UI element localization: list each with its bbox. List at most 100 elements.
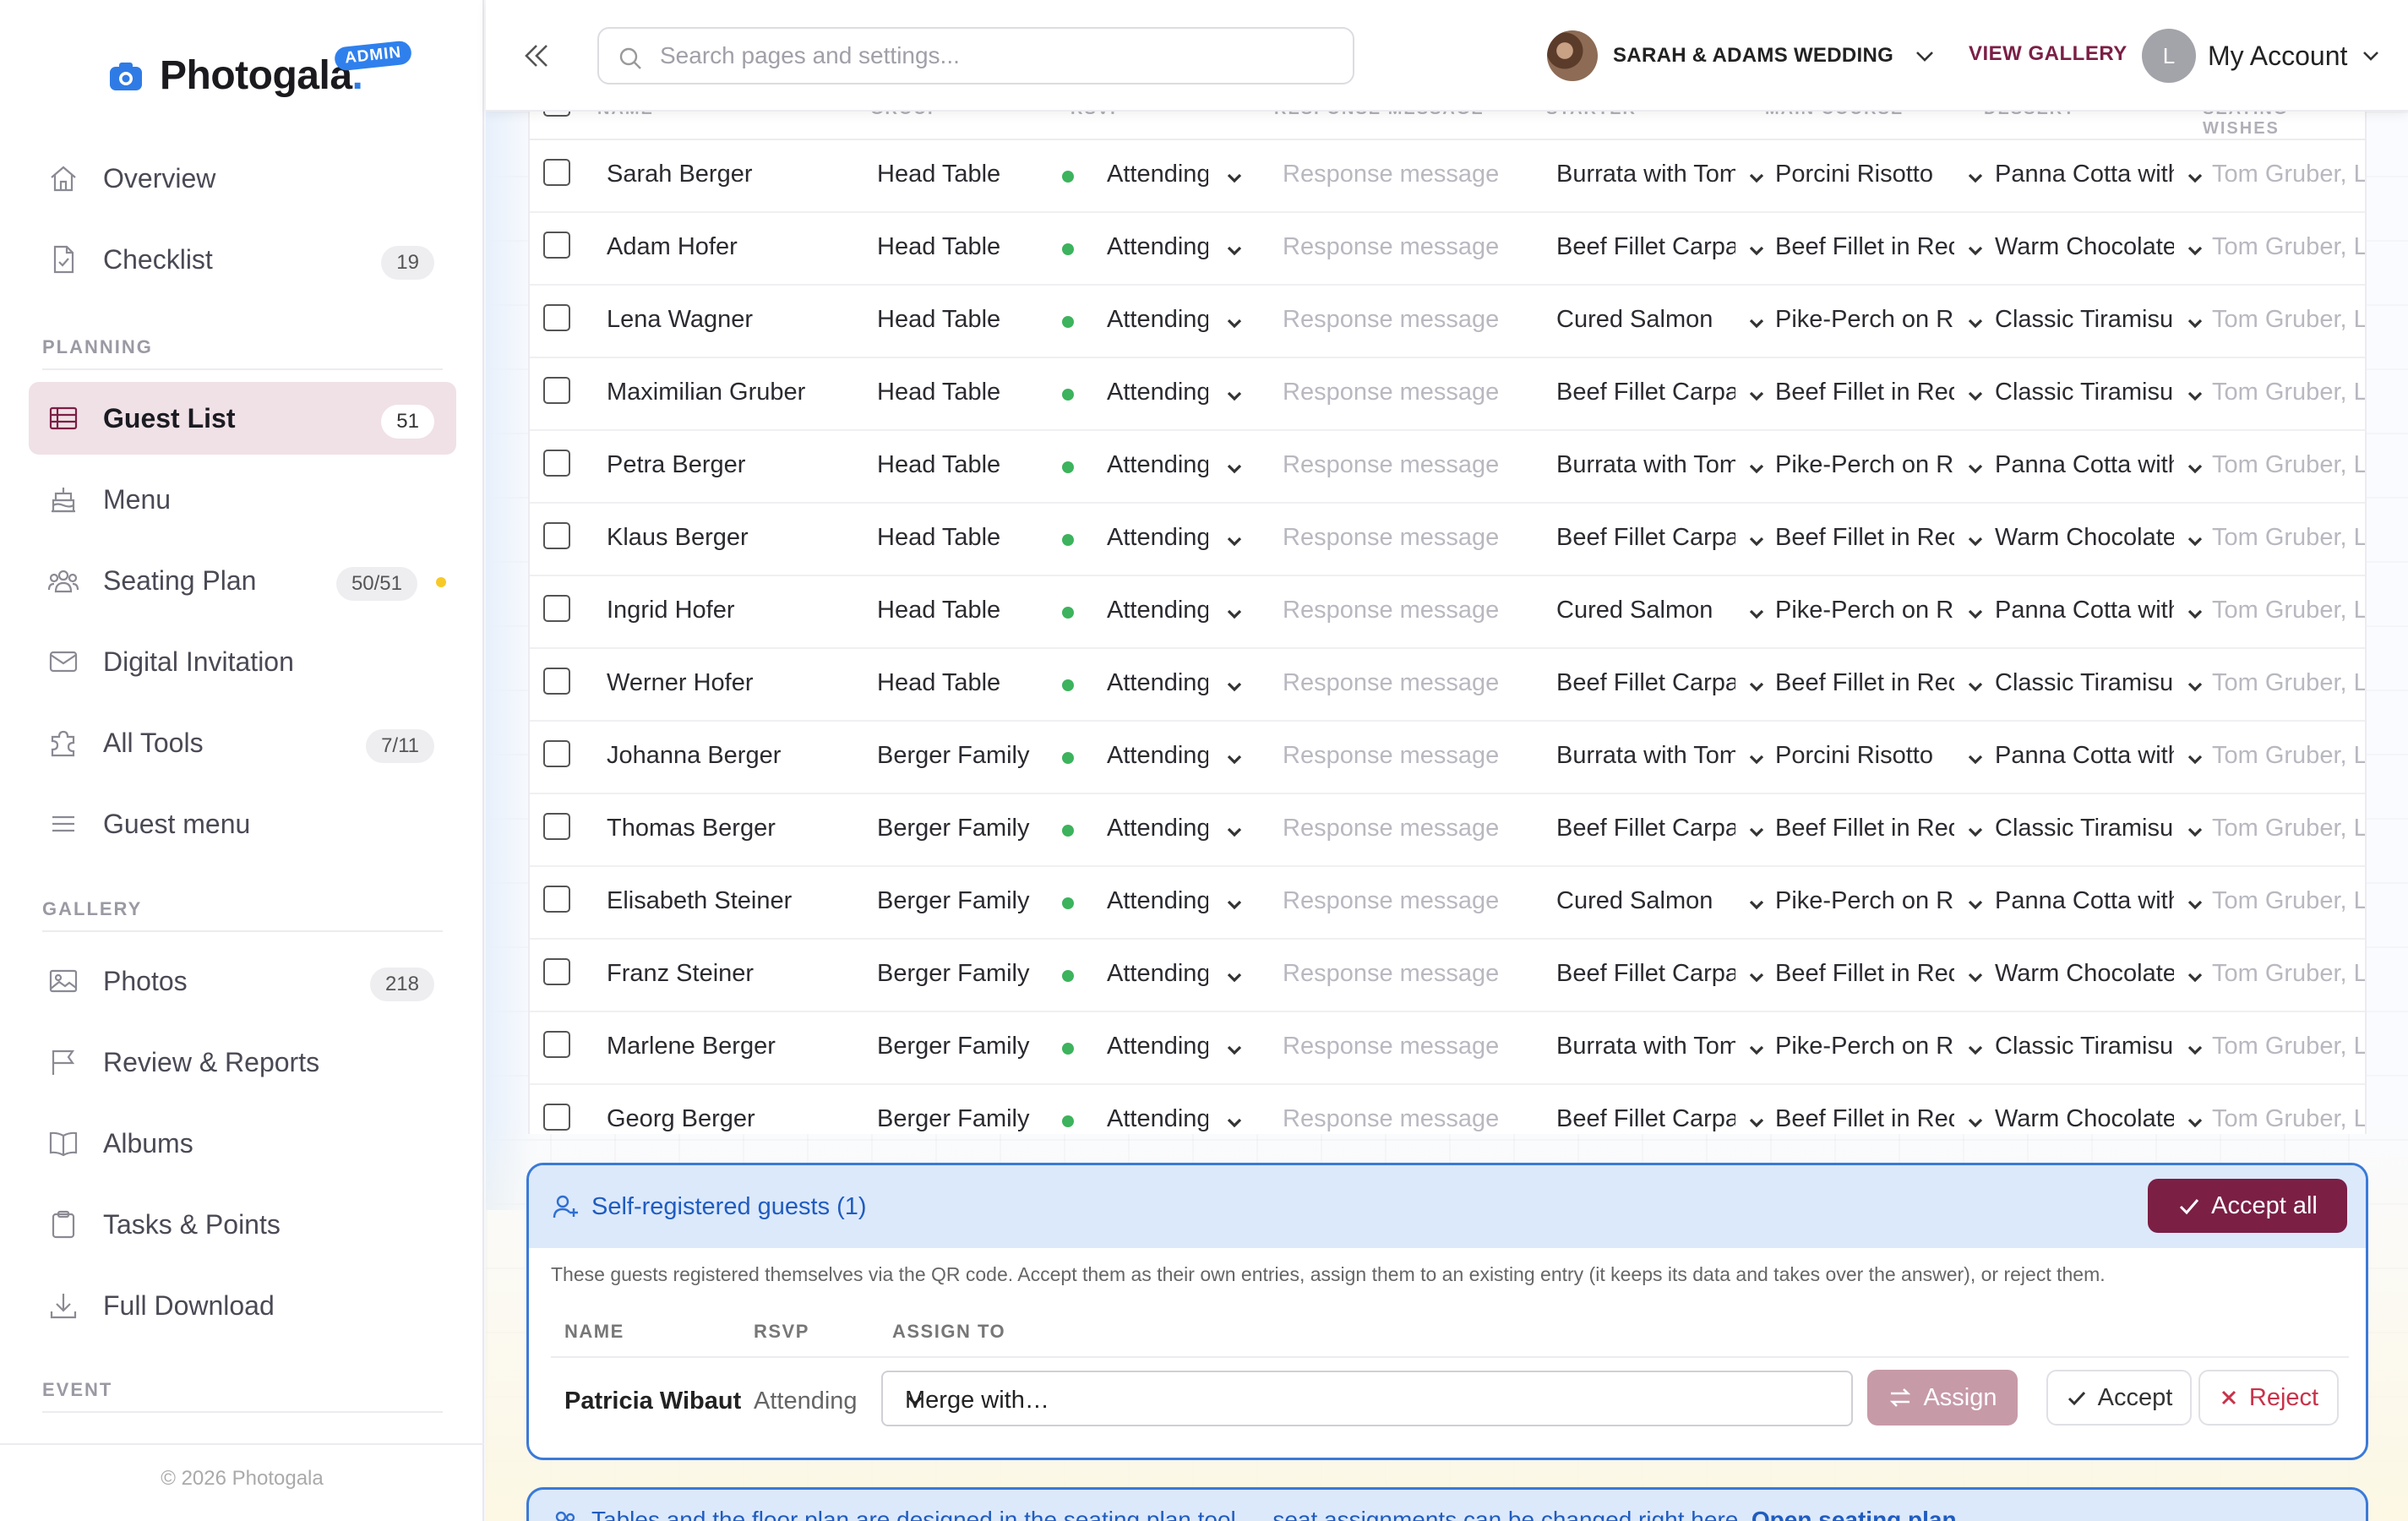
response-message-input[interactable]: Response message	[1283, 1105, 1528, 1133]
starter-select[interactable]: Burrata with Tomato	[1556, 161, 1735, 188]
starter-select[interactable]: Burrata with Tomato	[1556, 451, 1735, 479]
chevron-down-icon[interactable]	[2186, 968, 2204, 986]
seating-wishes[interactable]: Tom Gruber, Lisa	[2212, 161, 2365, 188]
guest-name[interactable]: Franz Steiner	[607, 960, 860, 988]
chevron-down-icon[interactable]	[1747, 1040, 1766, 1059]
main-course-select[interactable]: Pike-Perch on Risotto	[1775, 887, 1954, 915]
dessert-select[interactable]: Warm Chocolate Cake	[1995, 960, 2174, 988]
guest-name[interactable]: Petra Berger	[607, 451, 860, 479]
search-box[interactable]	[597, 27, 1354, 84]
guest-group[interactable]: Head Table	[877, 379, 1054, 406]
row-checkbox[interactable]	[543, 377, 570, 404]
chevron-down-icon[interactable]	[1225, 459, 1244, 477]
dessert-select[interactable]: Classic Tiramisu	[1995, 379, 2174, 406]
row-checkbox[interactable]	[543, 740, 570, 767]
chevron-down-icon[interactable]	[1225, 750, 1244, 768]
chevron-down-icon[interactable]	[1966, 677, 1985, 695]
chevron-down-icon[interactable]	[2186, 1113, 2204, 1131]
chevron-down-icon[interactable]	[1747, 1113, 1766, 1131]
guest-name[interactable]: Lena Wagner	[607, 306, 860, 334]
sidebar-item-full-download[interactable]: Full Download	[29, 1269, 456, 1342]
chevron-down-icon[interactable]	[1747, 895, 1766, 913]
chevron-down-icon[interactable]	[1966, 1113, 1985, 1131]
starter-select[interactable]: Cured Salmon	[1556, 887, 1735, 915]
chevron-down-icon[interactable]	[1747, 822, 1766, 841]
dessert-select[interactable]: Classic Tiramisu	[1995, 306, 2174, 334]
guest-group[interactable]: Berger Family	[877, 1105, 1054, 1133]
guest-name[interactable]: Adam Hofer	[607, 233, 860, 261]
main-course-select[interactable]: Beef Fillet in Red Wine	[1775, 960, 1954, 988]
chevron-down-icon[interactable]	[1225, 822, 1244, 841]
seating-wishes[interactable]: Tom Gruber, Lisa	[2212, 960, 2365, 988]
rsvp-select[interactable]: Attending	[1107, 233, 1208, 261]
guest-group[interactable]: Berger Family	[877, 815, 1054, 842]
starter-select[interactable]: Beef Fillet Carpaccio	[1556, 379, 1735, 406]
response-message-input[interactable]: Response message	[1283, 451, 1528, 479]
chevron-down-icon[interactable]	[1966, 313, 1985, 332]
starter-select[interactable]: Beef Fillet Carpaccio	[1556, 960, 1735, 988]
sidebar-item-review-reports[interactable]: Review & Reports	[29, 1026, 456, 1098]
guest-group[interactable]: Head Table	[877, 306, 1054, 334]
chevron-down-icon[interactable]	[1225, 895, 1244, 913]
row-checkbox[interactable]	[543, 522, 570, 549]
seating-wishes[interactable]: Tom Gruber, Lisa	[2212, 887, 2365, 915]
guest-group[interactable]: Head Table	[877, 669, 1054, 697]
seating-wishes[interactable]: Tom Gruber, Lisa	[2212, 669, 2365, 697]
seating-wishes[interactable]: Tom Gruber, Lisa	[2212, 379, 2365, 406]
response-message-input[interactable]: Response message	[1283, 815, 1528, 842]
chevron-down-icon[interactable]	[1747, 750, 1766, 768]
dessert-select[interactable]: Warm Chocolate Cake	[1995, 524, 2174, 552]
guest-name[interactable]: Georg Berger	[607, 1105, 860, 1133]
guest-group[interactable]: Head Table	[877, 161, 1054, 188]
chevron-down-icon[interactable]	[2186, 750, 2204, 768]
seating-wishes[interactable]: Tom Gruber, Lisa	[2212, 1105, 2365, 1133]
sidebar-item-tasks-points[interactable]: Tasks & Points	[29, 1188, 456, 1261]
starter-select[interactable]: Cured Salmon	[1556, 306, 1735, 334]
chevron-down-icon[interactable]	[1966, 895, 1985, 913]
starter-select[interactable]: Beef Fillet Carpaccio	[1556, 233, 1735, 261]
starter-select[interactable]: Beef Fillet Carpaccio	[1556, 524, 1735, 552]
main-course-select[interactable]: Beef Fillet in Red Wine	[1775, 379, 1954, 406]
response-message-input[interactable]: Response message	[1283, 379, 1528, 406]
chevron-down-icon[interactable]	[1747, 241, 1766, 259]
chevron-down-icon[interactable]	[1225, 241, 1244, 259]
chevron-down-icon[interactable]	[2186, 895, 2204, 913]
guest-name[interactable]: Johanna Berger	[607, 742, 860, 770]
chevron-down-icon[interactable]	[1747, 677, 1766, 695]
chevron-down-icon[interactable]	[2186, 459, 2204, 477]
chevron-down-icon[interactable]	[1747, 604, 1766, 623]
chevron-down-icon[interactable]	[1225, 677, 1244, 695]
chevron-down-icon[interactable]	[1225, 313, 1244, 332]
starter-select[interactable]: Beef Fillet Carpaccio	[1556, 669, 1735, 697]
chevron-down-icon[interactable]	[1225, 604, 1244, 623]
event-selector[interactable]: SARAH & ADAMS WEDDING	[1547, 29, 1937, 83]
rsvp-select[interactable]: Attending	[1107, 161, 1208, 188]
guest-group[interactable]: Head Table	[877, 597, 1054, 624]
chevron-down-icon[interactable]	[1966, 750, 1985, 768]
guest-group[interactable]: Berger Family	[877, 742, 1054, 770]
row-checkbox[interactable]	[543, 304, 570, 331]
chevron-down-icon[interactable]	[2186, 386, 2204, 405]
rsvp-select[interactable]: Attending	[1107, 742, 1208, 770]
rsvp-select[interactable]: Attending	[1107, 451, 1208, 479]
chevron-down-icon[interactable]	[1966, 1040, 1985, 1059]
search-input[interactable]	[660, 29, 1336, 83]
dessert-select[interactable]: Warm Chocolate Cake	[1995, 1105, 2174, 1133]
response-message-input[interactable]: Response message	[1283, 233, 1528, 261]
guest-group[interactable]: Head Table	[877, 451, 1054, 479]
dessert-select[interactable]: Panna Cotta with Berries	[1995, 887, 2174, 915]
row-checkbox[interactable]	[543, 1104, 570, 1131]
collapse-sidebar-icon[interactable]	[518, 37, 555, 74]
guest-name[interactable]: Maximilian Gruber	[607, 379, 860, 406]
sidebar-item-checklist[interactable]: Checklist 19	[29, 223, 456, 296]
chevron-down-icon[interactable]	[1966, 386, 1985, 405]
assign-button[interactable]: Assign	[1867, 1370, 2018, 1426]
chevron-down-icon[interactable]	[1966, 532, 1985, 550]
chevron-down-icon[interactable]	[1747, 968, 1766, 986]
rsvp-select[interactable]: Attending	[1107, 1033, 1208, 1060]
main-course-select[interactable]: Porcini Risotto	[1775, 161, 1954, 188]
rsvp-select[interactable]: Attending	[1107, 524, 1208, 552]
starter-select[interactable]: Burrata with Tomato	[1556, 1033, 1735, 1060]
rsvp-select[interactable]: Attending	[1107, 887, 1208, 915]
sidebar-item-photos[interactable]: Photos 218	[29, 945, 456, 1017]
